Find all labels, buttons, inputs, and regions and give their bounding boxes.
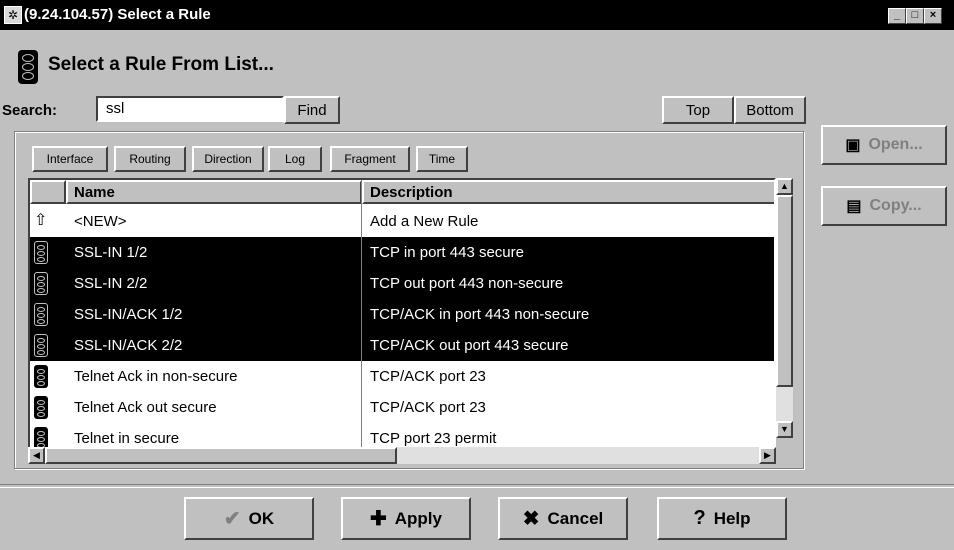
table-row[interactable]: SSL-IN 2/2 TCP out port 443 non-secure (30, 268, 774, 299)
cell-name: SSL-IN 1/2 (74, 244, 148, 261)
filter-interface-button[interactable]: Interface (32, 146, 108, 172)
vertical-scrollbar[interactable]: ▲ ▼ (776, 178, 793, 438)
traffic-light-icon (34, 365, 48, 388)
filter-log-button[interactable]: Log (268, 146, 322, 172)
search-label: Search: (2, 102, 58, 119)
x-icon: ✖ (522, 508, 540, 530)
vertical-scroll-thumb[interactable] (776, 195, 793, 387)
separator (0, 484, 954, 488)
table-row[interactable]: SSL-IN 1/2 TCP in port 443 secure (30, 237, 774, 268)
apply-label: Apply (394, 508, 442, 528)
table-body: ⇧ <NEW> Add a New Rule SSL-IN 1/2 TCP in por… (30, 206, 774, 453)
cell-name: SSL-IN/ACK 2/2 (74, 337, 183, 354)
rules-table[interactable]: Name Description ⇧ <NEW> Add a New Rule SSL… (28, 178, 776, 455)
traffic-light-icon (34, 272, 48, 295)
cancel-label: Cancel (547, 508, 604, 528)
copy-label: Copy... (869, 197, 922, 214)
table-row[interactable]: Telnet Ack in non-secure TCP/ACK port 23 (30, 361, 774, 392)
title-bar[interactable]: ✲ (9.24.104.57) Select a Rule _ □ × (0, 0, 954, 30)
ok-button[interactable]: ✔ OK (184, 497, 314, 540)
bottom-button[interactable]: Bottom (734, 96, 806, 124)
scroll-left-arrow[interactable]: ◀ (28, 447, 45, 464)
window-title: (9.24.104.57) Select a Rule (24, 6, 211, 23)
scroll-corner (776, 447, 793, 464)
traffic-light-icon (18, 50, 38, 84)
table-row[interactable]: SSL-IN/ACK 1/2 TCP/ACK in port 443 non-se… (30, 299, 774, 330)
plus-icon: ✚ (370, 508, 387, 530)
check-icon: ✔ (223, 508, 241, 530)
horizontal-scrollbar[interactable]: ◀ ▶ (28, 447, 776, 464)
open-button[interactable]: ▣ Open... (821, 125, 947, 165)
cell-name: SSL-IN 2/2 (74, 275, 148, 292)
cell-description: Add a New Rule (370, 213, 479, 230)
close-button[interactable]: × (924, 8, 942, 24)
horizontal-scroll-thumb[interactable] (45, 447, 397, 464)
scroll-right-arrow[interactable]: ▶ (759, 447, 776, 464)
search-input[interactable]: ssl (96, 96, 284, 122)
cell-description: TCP/ACK port 23 (370, 368, 486, 385)
cancel-button[interactable]: ✖ Cancel (498, 497, 628, 540)
copy-icon: ▤ (846, 198, 862, 215)
cell-description: TCP in port 443 secure (370, 244, 524, 261)
minimize-button[interactable]: _ (888, 8, 906, 24)
filter-routing-button[interactable]: Routing (114, 146, 186, 172)
new-rule-icon: ⇧ (34, 212, 48, 229)
help-button[interactable]: ? Help (657, 497, 787, 540)
find-button[interactable]: Find (284, 96, 340, 124)
page-title: Select a Rule From List... (48, 54, 274, 75)
cell-name: SSL-IN/ACK 1/2 (74, 306, 183, 323)
filter-fragment-button[interactable]: Fragment (330, 146, 410, 172)
scroll-up-arrow[interactable]: ▲ (776, 178, 793, 195)
filter-direction-button[interactable]: Direction (192, 146, 264, 172)
ok-label: OK (248, 508, 275, 528)
question-icon: ? (693, 507, 706, 529)
traffic-light-icon (34, 303, 48, 326)
cell-name: Telnet Ack out secure (74, 399, 217, 416)
scroll-down-arrow[interactable]: ▼ (776, 421, 793, 438)
column-header-name[interactable]: Name (66, 180, 362, 204)
filter-time-button[interactable]: Time (416, 146, 468, 172)
table-row[interactable]: Telnet Ack out secure TCP/ACK port 23 (30, 392, 774, 423)
copy-button[interactable]: ▤ Copy... (821, 186, 947, 226)
column-header-description[interactable]: Description (362, 180, 774, 204)
cell-description: TCP/ACK out port 443 secure (370, 337, 569, 354)
table-row[interactable]: SSL-IN/ACK 2/2 TCP/ACK out port 443 secur… (30, 330, 774, 361)
cell-description: TCP out port 443 non-secure (370, 275, 564, 292)
traffic-light-icon (34, 396, 48, 419)
column-divider (361, 180, 362, 453)
help-label: Help (713, 508, 751, 528)
maximize-button[interactable]: □ (906, 8, 924, 24)
cell-description: TCP/ACK port 23 (370, 399, 486, 416)
traffic-light-icon (34, 334, 48, 357)
table-header: Name Description (30, 180, 774, 204)
table-row[interactable]: ⇧ <NEW> Add a New Rule (30, 206, 774, 237)
apply-button[interactable]: ✚ Apply (341, 497, 471, 540)
cell-name: Telnet Ack in non-secure (74, 368, 238, 385)
app-icon[interactable]: ✲ (4, 6, 22, 24)
open-label: Open... (868, 136, 923, 153)
traffic-light-icon (34, 241, 48, 264)
cell-name: <NEW> (74, 213, 127, 230)
header-icon-column[interactable] (30, 180, 66, 204)
cell-description: TCP/ACK in port 443 non-secure (370, 306, 590, 323)
open-icon: ▣ (845, 137, 861, 154)
top-button[interactable]: Top (662, 96, 734, 124)
